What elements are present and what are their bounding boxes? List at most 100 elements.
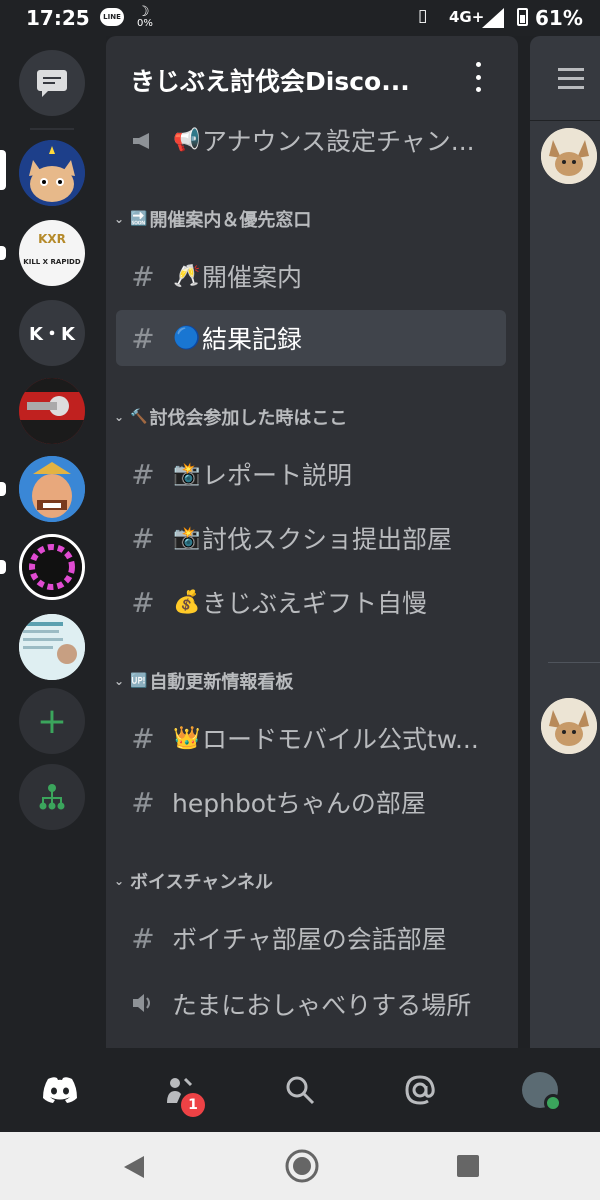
nav-mentions[interactable] (400, 1070, 440, 1110)
channel-label: きじぶえギフト自慢 (202, 589, 428, 618)
channel-label: hephbotちゃんの部屋 (172, 789, 426, 818)
guild-name[interactable]: きじぶえ討伐会Disco... (130, 62, 410, 98)
category-label: ボイスチャンネル (130, 872, 273, 893)
channel-label: 開催案内 (202, 263, 303, 292)
channel-emoji: 📸 (173, 525, 201, 551)
system-nav-bar (0, 1132, 600, 1200)
explore-servers-button[interactable] (19, 764, 85, 830)
friends-notification-badge: 1 (178, 1090, 208, 1120)
unread-indicator (0, 482, 6, 496)
nav-search[interactable] (280, 1070, 320, 1110)
category-label: 自動更新情報看板 (149, 672, 294, 693)
channel-kaisai[interactable]: # 🥂 開催案内 (116, 248, 506, 304)
direct-messages-button[interactable] (19, 50, 85, 116)
cat-server-icon (19, 140, 85, 206)
category-kaisai[interactable]: ⌄ 🔜 開催案内＆優先窓口 (112, 206, 311, 232)
channel-gift[interactable]: # 💰 きじぶえギフト自慢 (116, 574, 506, 630)
server-rail: KXR KILL X RAPIDD K・K + (0, 36, 106, 1048)
online-status-icon (544, 1094, 562, 1112)
channel-label: アナウンス設定チャン... (202, 127, 475, 156)
plus-icon: + (36, 700, 68, 742)
screenshot-server-icon (19, 614, 85, 680)
selected-server-indicator (0, 150, 6, 190)
server-kxr[interactable]: KXR KILL X RAPIDD (19, 220, 85, 286)
hub-tree-icon (39, 784, 65, 810)
battery-icon (517, 8, 528, 26)
hash-icon: # (131, 721, 155, 755)
channel-label: ロードモバイル公式tw... (202, 725, 479, 754)
server-screenshot[interactable] (19, 614, 85, 680)
channel-emoji: 👑 (173, 725, 201, 751)
chevron-down-icon: ⌄ (113, 874, 125, 888)
line-notification-icon: LINE (100, 8, 124, 26)
eevee-avatar-icon (541, 128, 597, 184)
network-type: 4G+ (449, 8, 485, 26)
recents-icon[interactable] (456, 1154, 480, 1178)
nav-home[interactable] (40, 1070, 80, 1110)
channel-hephbot[interactable]: # hephbotちゃんの部屋 (116, 774, 506, 830)
discord-logo-icon (43, 1077, 77, 1103)
avatar[interactable] (541, 698, 597, 754)
channel-voicechat[interactable]: # ボイチャ部屋の会話部屋 (116, 910, 506, 966)
hash-icon: # (131, 259, 155, 293)
category-emoji: 🔨 (130, 409, 148, 425)
channel-sukusho[interactable]: # 📸 討伐スクショ提出部屋 (116, 510, 506, 566)
channel-emoji: 📸 (173, 461, 201, 487)
channel-label: 討伐スクショ提出部屋 (202, 525, 453, 554)
server-kk[interactable]: K・K (19, 300, 85, 366)
channel-emoji: 💰 (173, 589, 201, 615)
purple-server-icon (22, 537, 82, 597)
server-cat[interactable] (19, 140, 85, 206)
hamburger-menu-icon[interactable] (558, 68, 584, 95)
back-icon[interactable] (122, 1154, 148, 1180)
channel-panel: きじぶえ討伐会Disco... 📢 アナウンス設定チャン... ⌄ 🔜 開催案内… (106, 36, 518, 1048)
message-divider (548, 662, 600, 663)
channel-label: 結果記録 (202, 325, 303, 354)
category-label: 討伐会参加した時はここ (149, 408, 348, 429)
hash-icon: # (131, 785, 155, 819)
guild-menu-icon[interactable] (474, 62, 482, 92)
hash-icon: # (131, 521, 155, 555)
channel-voice[interactable]: たまにおしゃべりする場所 (116, 976, 506, 1032)
category-sanka[interactable]: ⌄ 🔨 討伐会参加した時はここ (112, 404, 347, 430)
speaker-icon (120, 988, 166, 1021)
category-jidou[interactable]: ⌄ 🆙 自動更新情報看板 (112, 668, 293, 694)
channel-label: レポート説明 (202, 461, 353, 490)
add-server-button[interactable]: + (19, 688, 85, 754)
category-label: 開催案内＆優先窓口 (149, 210, 312, 231)
vibrate-icon: ▯ (418, 6, 428, 26)
chat-peek[interactable] (530, 36, 600, 1048)
hash-icon: # (131, 921, 155, 955)
channel-report[interactable]: # 📸 レポート説明 (116, 446, 506, 502)
unread-indicator (0, 560, 6, 574)
channel-kekka[interactable]: # 🔵 結果記録 (116, 310, 506, 366)
avatar[interactable] (541, 128, 597, 184)
status-time: 17:25 (26, 6, 90, 30)
server-kxr-logo: KXR (38, 232, 66, 246)
server-purple[interactable] (19, 534, 85, 600)
channel-lord[interactable]: # 👑 ロードモバイル公式tw... (116, 710, 506, 766)
unread-indicator (0, 246, 6, 260)
server-kxd[interactable] (19, 378, 85, 444)
channel-announce[interactable]: 📢 アナウンス設定チャン... (116, 112, 506, 168)
hash-icon: # (131, 457, 155, 491)
hash-icon: # (131, 585, 155, 619)
server-kxr-subtitle: KILL X RAPIDD (23, 258, 81, 266)
channel-label: たまにおしゃべりする場所 (172, 991, 472, 1020)
home-icon[interactable] (284, 1148, 320, 1184)
category-voice[interactable]: ⌄ ボイスチャンネル (112, 868, 273, 894)
eevee-avatar-icon (541, 698, 597, 754)
channel-emoji: 📢 (173, 127, 201, 153)
chevron-down-icon: ⌄ (113, 212, 125, 226)
hash-icon: # (131, 321, 155, 355)
signal-icon (482, 8, 504, 32)
channel-emoji: 🥂 (173, 263, 201, 289)
search-icon (286, 1076, 315, 1105)
category-emoji: 🆙 (130, 673, 148, 689)
status-bar: 17:25 LINE ☽ 0% ▯ 4G+ 61% (0, 0, 600, 36)
channel-label: ボイチャ部屋の会話部屋 (172, 925, 447, 954)
at-mention-icon (405, 1075, 435, 1105)
battery-percent: 61% (535, 6, 583, 30)
server-lord[interactable] (19, 456, 85, 522)
rail-separator (30, 128, 74, 130)
